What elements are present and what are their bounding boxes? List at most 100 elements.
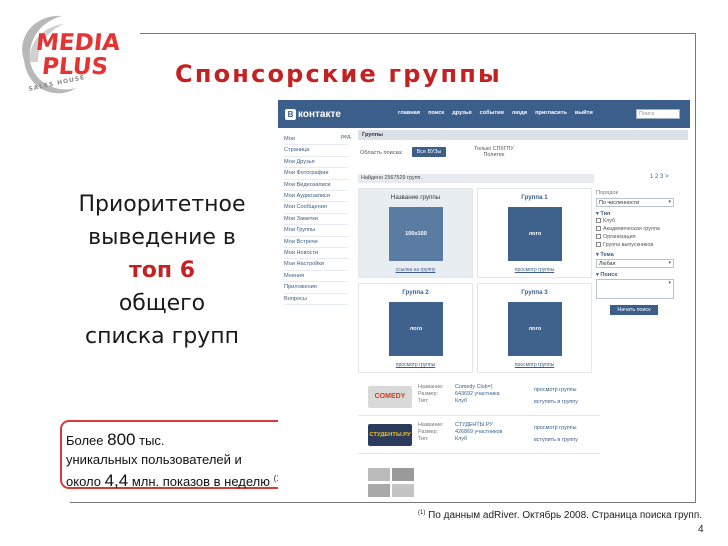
card-link[interactable]: просмотр группы [478,267,591,273]
card-image[interactable]: 100x100 [389,207,443,261]
checkbox-icon [596,242,601,248]
result-keys: Название: Размер: Тип: [418,384,444,404]
card-image[interactable]: лого [508,302,562,356]
left-menu-item[interactable]: Мои Фотографии [284,168,348,180]
left-menu-item[interactable]: Вопросы [284,294,348,306]
vk-search-input[interactable]: Поиск [636,109,680,119]
result-keys: Название: Размер: Тип: [418,422,444,442]
card-image[interactable]: лого [389,302,443,356]
topic-select[interactable]: Любая [596,259,674,268]
nav-search[interactable]: поиск [428,110,444,116]
vk-left-menu: ред. Мои Страница Мои Друзья Мои Фотогра… [284,134,352,306]
left-menu-item[interactable]: Мои Настройки [284,259,348,271]
group-result-row: СТУДЕНТЫ.РУ Название: Размер: Тип: СТУДЕ… [358,418,600,454]
nav-events[interactable]: события [480,110,504,116]
priority-line-2: выведение в [88,225,236,250]
priority-highlight: топ 6 [128,258,196,283]
vk-header: В контакте главная поиск друзья события … [278,100,690,128]
vk-logo-icon[interactable]: В [285,109,296,120]
join-group-link[interactable]: вступить в группу [534,437,578,443]
logo-media-text: MEDIA [34,30,122,56]
card-title: Группа 2 [402,289,429,296]
start-search-button[interactable]: Начать поиск [610,305,658,315]
left-menu-item[interactable]: Мои Аудиозаписи [284,191,348,203]
all-universities-button[interactable]: Все ВУЗы [412,147,446,157]
member-photos [358,468,414,498]
sponsored-group-card[interactable]: Группа 1 лого просмотр группы [477,188,592,278]
type-checkbox[interactable]: Организация [596,233,686,241]
group-name-link[interactable]: Comedy Club=) [455,384,493,390]
left-menu-item[interactable]: Мои Друзья [284,157,348,169]
vk-logo-text[interactable]: контакте [298,109,341,120]
search-area-label: Область поиска: [360,150,403,156]
left-menu-item[interactable]: Мои Новости [284,248,348,260]
left-menu-edit-link[interactable]: ред. [341,134,352,140]
priority-line-5: списка групп [85,324,239,349]
nav-invite[interactable]: пригласить [535,110,567,116]
topic-section-toggle[interactable]: ▾ Тема [596,252,686,258]
member-photo [392,484,414,497]
order-select[interactable]: По численности [596,198,674,207]
type-checkbox[interactable]: Академическая группа [596,225,686,233]
order-label: Порядок [596,190,619,196]
card-link[interactable]: просмотр группы [359,362,472,368]
left-menu-item[interactable]: Мои [284,134,348,146]
breadcrumb: Группы [358,130,688,140]
result-values: Comedy Club=) 643692 участника Клуб [455,384,500,404]
card-image[interactable]: лого [508,207,562,261]
vkontakte-screenshot: В контакте главная поиск друзья события … [278,100,690,498]
slide-frame-top [140,33,696,34]
card-title: Название группы [390,194,441,201]
nav-people[interactable]: люди [512,110,527,116]
join-group-link[interactable]: вступить в группу [534,399,578,405]
left-menu-item[interactable]: Мнения [284,271,348,283]
left-menu-item[interactable]: Мои Видеозаписи [284,180,348,192]
priority-line-4: общего [118,291,206,316]
priority-text: Приоритетное выведение в топ 6 общего сп… [62,188,262,353]
footnote: (1) По данным adRiver. Октябрь 2008. Стр… [418,510,703,521]
nav-main[interactable]: главная [398,110,420,116]
sponsored-group-card[interactable]: Группа 3 лого просмотр группы [477,283,592,373]
member-photo [368,484,390,497]
search-section-toggle[interactable]: ▾ Поиск [596,272,686,278]
card-link[interactable]: ссылка на группу [359,267,472,273]
group-name-link[interactable]: СТУДЕНТЫ.РУ [455,422,493,428]
slide-title: Спонсорские группы [175,60,502,88]
nav-logout[interactable]: выйти [575,110,593,116]
left-menu-item[interactable]: Мои Заметки [284,214,348,226]
left-menu-item[interactable]: Приложения [284,282,348,294]
left-menu-item[interactable]: Мои Сообщения [284,202,348,214]
result-actions: просмотр группы вступить в группу [534,422,578,446]
results-count: Найдено 2567529 групп. [358,174,594,183]
card-title: Группа 3 [521,289,548,296]
member-photo [392,468,414,481]
sponsored-group-card[interactable]: Название группы 100x100 ссылка на группу [358,188,473,278]
result-values: СТУДЕНТЫ.РУ 426869 участников Клуб [455,422,503,442]
vk-filter-sidebar: Порядок По численности ▾ Тип Клуб Академ… [596,188,686,315]
nav-friends[interactable]: друзья [452,110,471,116]
media-plus-logo: MEDIA PLUS SALES HOUSE [6,8,121,104]
left-menu-item[interactable]: Страница [284,145,348,157]
sidebar-search-input[interactable] [596,279,674,299]
left-menu-item[interactable]: Мои Встречи [284,237,348,249]
vk-top-nav: главная поиск друзья события люди пригла… [398,110,593,116]
checkbox-icon [596,226,601,232]
left-menu-item[interactable]: Мои Группы [284,225,348,237]
priority-line-1: Приоритетное [78,192,246,217]
checkbox-icon [596,218,601,224]
type-checkbox[interactable]: Группа выпускников [596,241,686,249]
pagination[interactable]: 1 2 3 > [650,174,669,180]
slide-frame-right [695,33,696,503]
card-title: Группа 1 [521,194,548,201]
university-filter-option[interactable]: Только СПбГПУ Политех [464,146,524,158]
sponsored-group-card[interactable]: Группа 2 лого просмотр группы [358,283,473,373]
group-result-row: COMEDY Название: Размер: Тип: Comedy Clu… [358,380,600,416]
view-group-link[interactable]: просмотр группы [534,387,576,393]
group-thumbnail[interactable]: COMEDY [368,386,412,408]
checkbox-icon [596,234,601,240]
card-link[interactable]: просмотр группы [478,362,591,368]
type-checkbox[interactable]: Клуб [596,217,686,225]
result-actions: просмотр группы вступить в группу [534,384,578,408]
group-thumbnail[interactable]: СТУДЕНТЫ.РУ [368,424,412,446]
view-group-link[interactable]: просмотр группы [534,425,576,431]
